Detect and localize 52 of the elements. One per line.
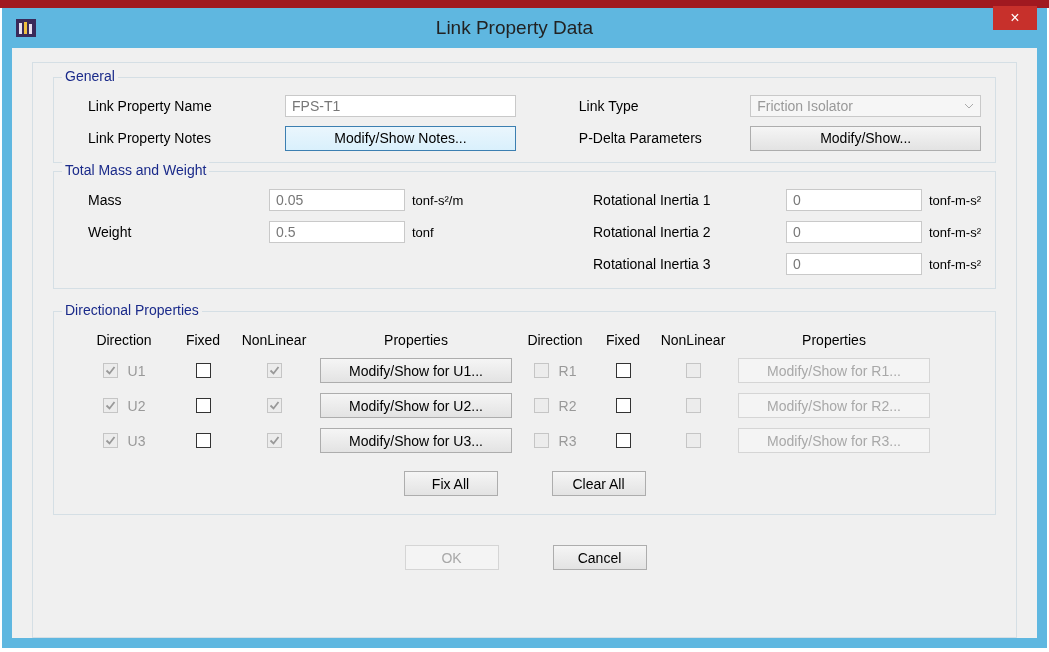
- action-button[interactable]: Clear All: [551, 471, 646, 496]
- unit-label: tonf: [412, 224, 435, 240]
- field-label: Link Property Name: [88, 98, 213, 114]
- field-label: Link Property Notes: [88, 130, 212, 146]
- field-label: Link Type: [578, 98, 640, 114]
- direction-label: R3: [558, 432, 577, 449]
- direction-label: R1: [558, 362, 577, 379]
- unit-label: tonf-m-s²: [929, 192, 982, 208]
- column-header: Properties: [383, 332, 449, 348]
- column-header: NonLinear: [240, 332, 308, 348]
- column-header: Properties: [801, 332, 867, 348]
- p-delta-button[interactable]: Modify/Show...: [750, 125, 981, 151]
- properties-button[interactable]: Modify/Show for U2...: [320, 393, 512, 418]
- properties-button[interactable]: Modify/Show for U1...: [320, 358, 512, 383]
- direction-label: U2: [127, 397, 146, 414]
- action-button[interactable]: Fix All: [403, 471, 498, 496]
- caret-icon: [964, 103, 974, 109]
- group-title: Directional Properties: [62, 302, 202, 318]
- name-field[interactable]: FPS-T1: [285, 95, 516, 117]
- window-title: Link Property Data: [434, 17, 595, 39]
- column-header: Fixed: [184, 332, 222, 348]
- field-label: P-Delta Parameters: [578, 130, 703, 146]
- unit-label: tonf-s²/m: [412, 192, 465, 208]
- unit-label: tonf-m-s²: [929, 256, 982, 272]
- checkbox[interactable]: [195, 363, 211, 378]
- properties-button[interactable]: Modify/Show for U3...: [320, 428, 512, 453]
- input-field[interactable]: 0.5: [269, 221, 405, 243]
- field-label: Rotational Inertia 3: [593, 256, 712, 272]
- column-header: Direction: [526, 332, 584, 348]
- column-header: Fixed: [604, 332, 642, 348]
- dialog-button[interactable]: Cancel: [552, 545, 647, 570]
- group-title: General: [62, 68, 118, 84]
- input-field[interactable]: 0: [786, 189, 922, 211]
- notes-button[interactable]: Modify/Show Notes...: [285, 125, 516, 151]
- close-button[interactable]: ×: [993, 6, 1037, 30]
- field-label: Weight: [88, 224, 133, 240]
- field-label: Rotational Inertia 1: [593, 192, 712, 208]
- direction-label: R2: [558, 397, 577, 414]
- checkbox[interactable]: [195, 433, 211, 448]
- column-header: Direction: [95, 332, 153, 348]
- field-label: Mass: [88, 192, 123, 208]
- input-field[interactable]: 0: [786, 221, 922, 243]
- app-icon: [16, 19, 36, 37]
- input-field[interactable]: 0: [786, 253, 922, 275]
- group-title: Total Mass and Weight: [62, 162, 210, 178]
- unit-label: tonf-m-s²: [929, 224, 982, 240]
- input-field[interactable]: 0.05: [269, 189, 405, 211]
- direction-label: U3: [127, 432, 146, 449]
- direction-label: U1: [127, 362, 146, 379]
- field-label: Rotational Inertia 2: [593, 224, 712, 240]
- column-header: NonLinear: [659, 332, 727, 348]
- checkbox[interactable]: [195, 398, 211, 413]
